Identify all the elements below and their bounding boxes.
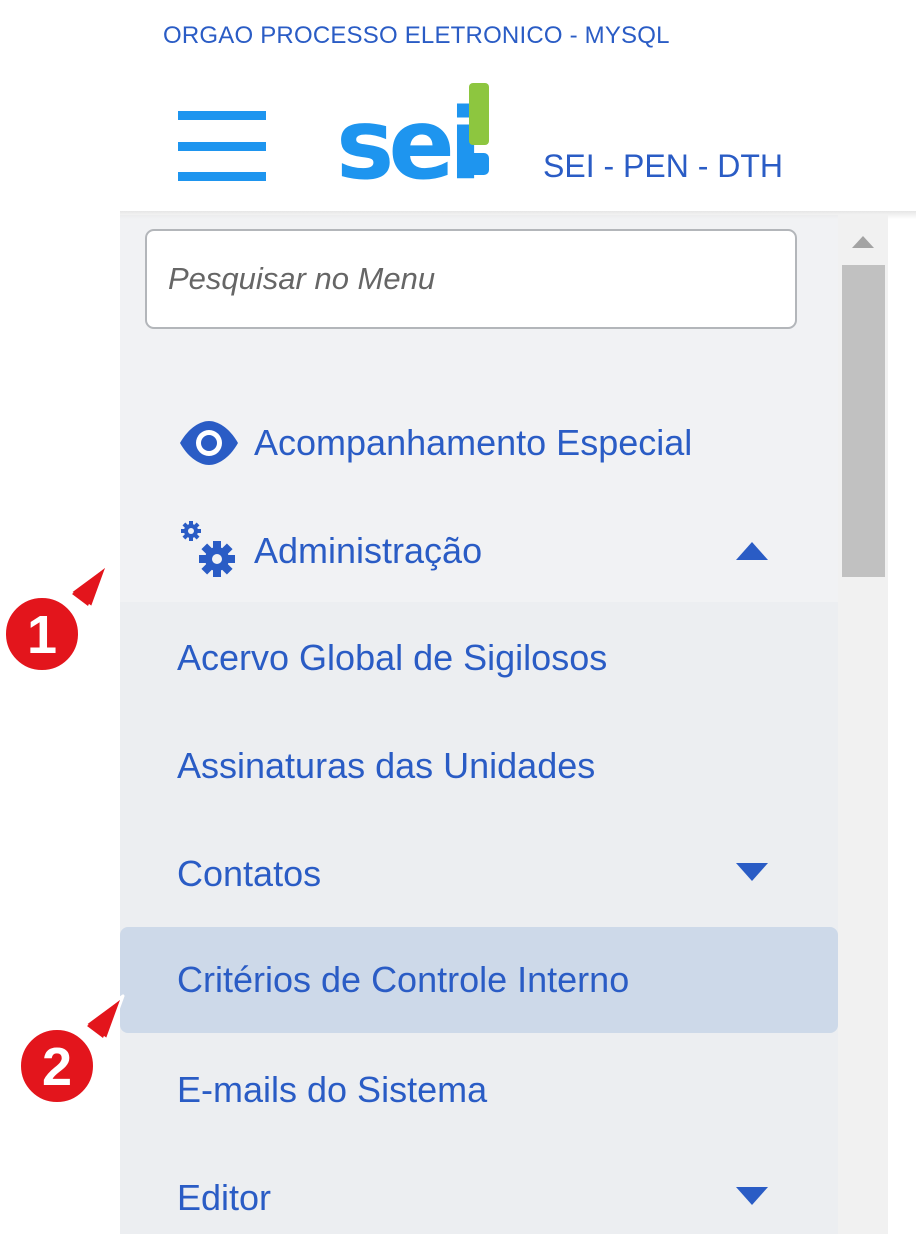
callout-badge-1: 1 bbox=[2, 562, 110, 674]
hamburger-bar bbox=[178, 111, 266, 120]
submenu-item-assinaturas-das-unidades[interactable]: Assinaturas das Unidades bbox=[120, 713, 838, 819]
chevron-up-icon[interactable] bbox=[736, 542, 768, 560]
callout-badge-2: 2 bbox=[17, 994, 125, 1106]
chevron-down-icon[interactable] bbox=[736, 863, 768, 881]
hamburger-menu-button[interactable] bbox=[178, 111, 266, 181]
hamburger-bar bbox=[178, 142, 266, 151]
callout-number: 1 bbox=[27, 605, 57, 665]
organization-title: ORGAO PROCESSO ELETRONICO - MYSQL bbox=[163, 22, 670, 49]
header-divider bbox=[120, 211, 916, 219]
menu-item-administracao[interactable]: Administração bbox=[178, 521, 482, 581]
submenu-item-acervo-global-de-sigilosos[interactable]: Acervo Global de Sigilosos bbox=[120, 605, 838, 711]
submenu-item-criterios-de-controle-interno[interactable]: Critérios de Controle Interno bbox=[120, 927, 838, 1033]
hamburger-bar bbox=[178, 172, 266, 181]
submenu-item-contatos[interactable]: Contatos bbox=[120, 821, 838, 927]
scrollbar-thumb[interactable] bbox=[842, 265, 885, 577]
gears-icon bbox=[178, 521, 240, 581]
submenu-item-editor[interactable]: Editor bbox=[120, 1145, 838, 1234]
svg-text:sei: sei bbox=[336, 88, 476, 184]
scroll-up-arrow-icon[interactable] bbox=[852, 234, 874, 248]
menu-search-input[interactable] bbox=[145, 229, 797, 329]
menu-item-label: Acompanhamento Especial bbox=[254, 422, 693, 463]
submenu-item-emails-do-sistema[interactable]: E-mails do Sistema bbox=[120, 1037, 838, 1143]
sei-logo[interactable]: sei bbox=[336, 80, 496, 202]
sei-logo-graphic: sei bbox=[336, 83, 489, 202]
eye-icon bbox=[178, 413, 240, 473]
menu-item-acompanhamento-especial[interactable]: Acompanhamento Especial bbox=[178, 413, 692, 473]
chevron-down-icon[interactable] bbox=[736, 1187, 768, 1205]
menu-item-label: Administração bbox=[254, 530, 483, 571]
unit-selector[interactable]: SEI - PEN - DTH bbox=[543, 148, 783, 185]
page: ORGAO PROCESSO ELETRONICO - MYSQL sei SE… bbox=[0, 0, 916, 1234]
callout-number: 2 bbox=[42, 1037, 72, 1097]
